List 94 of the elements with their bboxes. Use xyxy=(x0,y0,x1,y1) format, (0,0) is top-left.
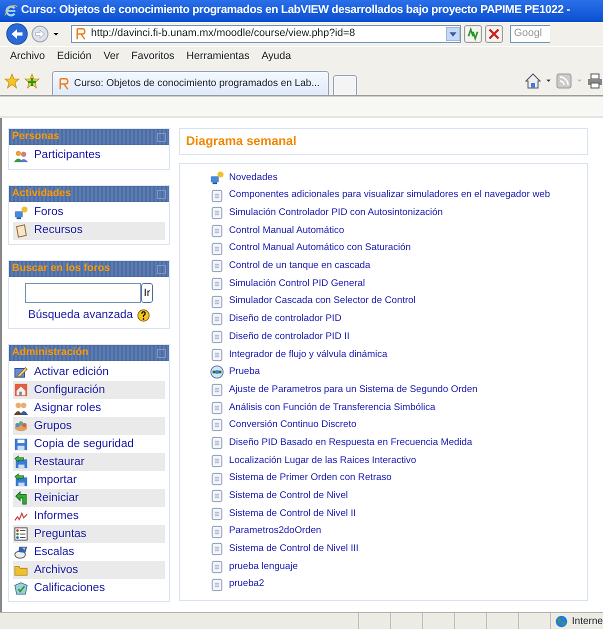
floppy-icon xyxy=(14,455,28,470)
activity-link[interactable]: Control de un tanque en cascada xyxy=(229,259,370,274)
activity-link[interactable]: Diseño de controlador PID xyxy=(229,312,342,327)
caret-icon[interactable] xyxy=(52,30,60,38)
list-icon xyxy=(14,527,28,542)
sidebar-item[interactable]: Asignar roles xyxy=(13,399,165,418)
activity-link[interactable]: Control Manual Automático xyxy=(229,224,344,238)
sidebar-item[interactable]: Escalas xyxy=(13,543,165,562)
sidebar-item[interactable]: Activar edición xyxy=(13,363,165,382)
menu-item[interactable]: Favoritos xyxy=(125,48,180,64)
add-favorite-icon[interactable] xyxy=(24,72,40,88)
section-title: Diagrama semanal xyxy=(186,133,296,150)
collapse-icon[interactable] xyxy=(157,190,166,198)
activity-link[interactable]: Integrador de flujo y válvula dinámica xyxy=(229,348,388,362)
search-field[interactable] xyxy=(25,283,141,303)
floppy-icon xyxy=(14,437,28,452)
sidebar-item[interactable]: Recursos xyxy=(13,222,165,240)
window-title: Curso: Objetos de conocimiento programados en LabVIEW desarrollados bajo proyecto PAPIME PE1022 - xyxy=(21,3,570,18)
house-icon xyxy=(14,383,28,398)
sidebar-item[interactable]: Grupos xyxy=(13,417,165,436)
sidebar-item[interactable]: Importar xyxy=(13,471,165,490)
block-title: Buscar en los foros xyxy=(12,261,110,276)
globe-icon xyxy=(554,614,568,628)
close-icon[interactable] xyxy=(485,25,503,43)
printer-icon[interactable] xyxy=(587,72,603,88)
activity-link[interactable]: Diseño de controlador PID II xyxy=(229,330,350,344)
sidebar-item[interactable]: Participantes xyxy=(13,147,165,165)
block-title: Personas xyxy=(12,129,60,144)
activity-link[interactable]: Sistema de Primer Orden con Retraso xyxy=(229,471,392,486)
sidebar-item[interactable]: Preguntas xyxy=(13,525,165,544)
activity-link[interactable]: prueba lenguaje xyxy=(229,560,298,574)
collapse-icon[interactable] xyxy=(157,264,166,274)
sidebar-item[interactable]: Informes xyxy=(13,507,165,526)
sidebar-item[interactable]: Copia de seguridad xyxy=(13,435,165,454)
star-icon[interactable] xyxy=(4,72,20,88)
people-icon xyxy=(14,149,28,163)
people-icon xyxy=(14,401,28,416)
globe-icon xyxy=(210,365,224,380)
arrow-icon xyxy=(14,491,28,506)
people-icon xyxy=(14,419,28,434)
grades-icon xyxy=(14,581,28,596)
activity-link[interactable]: Simulador Cascada con Selector de Control xyxy=(229,294,416,309)
back-icon[interactable] xyxy=(6,23,28,45)
search-button[interactable]: Ir xyxy=(141,283,153,303)
forum-icon xyxy=(210,170,224,185)
activity-link[interactable]: Diseño PID Basado en Respuesta en Frecuencia Medida xyxy=(229,436,472,450)
sidebar-item[interactable]: Reiniciar xyxy=(13,489,165,508)
activity-link[interactable]: Simulación Control PID General xyxy=(229,276,365,292)
menu-item[interactable]: Archivo xyxy=(4,48,52,64)
home-icon[interactable] xyxy=(525,72,541,88)
menu-item[interactable]: Ayuda xyxy=(255,48,298,64)
sidebar-item[interactable]: Restaurar xyxy=(13,453,165,472)
dropdown-icon[interactable] xyxy=(446,27,460,41)
activity-link[interactable]: Simulación Controlador PID con Autosintonización xyxy=(229,206,443,220)
address-field[interactable]: http://davinci.fi-b.unam.mx/moodle/course/view.php?id=8 xyxy=(71,25,461,43)
activity-link[interactable]: Control Manual Automático con Saturación xyxy=(229,241,411,256)
activity-link[interactable]: Análisis con Función de Transferencia Simbólica xyxy=(229,400,436,415)
folder-icon xyxy=(14,563,28,578)
forum-icon xyxy=(14,206,28,220)
caret-icon[interactable] xyxy=(545,77,552,84)
activity-link[interactable]: Parametros2doOrden xyxy=(229,524,322,539)
sidebar-item[interactable]: Calificaciones xyxy=(13,579,165,598)
sidebar-item[interactable]: Archivos xyxy=(13,561,165,580)
activity-link[interactable]: Novedades xyxy=(229,170,278,186)
activity-link[interactable]: prueba2 xyxy=(229,577,264,592)
document-icon xyxy=(14,224,28,238)
activity-link[interactable]: Sistema de Control de Nivel II xyxy=(229,506,356,522)
browser-logo-icon xyxy=(4,4,18,18)
scale-icon xyxy=(14,545,28,560)
activity-link[interactable]: Componentes adicionales para visualizar simuladores en el navegador web xyxy=(229,188,550,203)
activity-link[interactable]: Ajuste de Parametros para un Sistema de Segundo Orden xyxy=(229,382,478,398)
advanced-search-link[interactable]: Búsqueda avanzada xyxy=(28,307,133,324)
new-tab-button[interactable] xyxy=(332,75,357,95)
menu-item[interactable]: Edición xyxy=(51,48,98,64)
help-icon[interactable] xyxy=(136,309,150,322)
activity-link[interactable]: Prueba xyxy=(229,365,260,380)
activity-link[interactable]: Localización Lugar de las Raices Interactivo xyxy=(229,454,416,468)
block-title: Actividades xyxy=(12,186,71,202)
floppy-icon xyxy=(14,473,28,488)
menu-item[interactable]: Ver xyxy=(97,48,126,64)
sidebar-item[interactable]: Foros xyxy=(13,204,165,222)
block-title: Administración xyxy=(12,345,88,360)
chart-line-icon xyxy=(14,509,28,524)
pencil-icon xyxy=(14,365,28,380)
activity-link[interactable]: Sistema de Control de Nivel xyxy=(229,489,348,504)
status-zone: Interne xyxy=(550,613,603,629)
activity-link[interactable]: Conversión Continuo Discreto xyxy=(229,418,356,433)
tab[interactable]: Curso: Objetos de conocimiento programados en Lab... xyxy=(52,71,329,95)
activity-link[interactable]: Sistema de Control de Nivel III xyxy=(229,542,359,556)
menu-item[interactable]: Herramientas xyxy=(180,48,256,64)
sidebar-item[interactable]: Configuración xyxy=(13,381,165,400)
collapse-icon[interactable] xyxy=(157,132,166,142)
refresh-icon[interactable] xyxy=(464,25,482,43)
collapse-icon[interactable] xyxy=(157,348,166,358)
